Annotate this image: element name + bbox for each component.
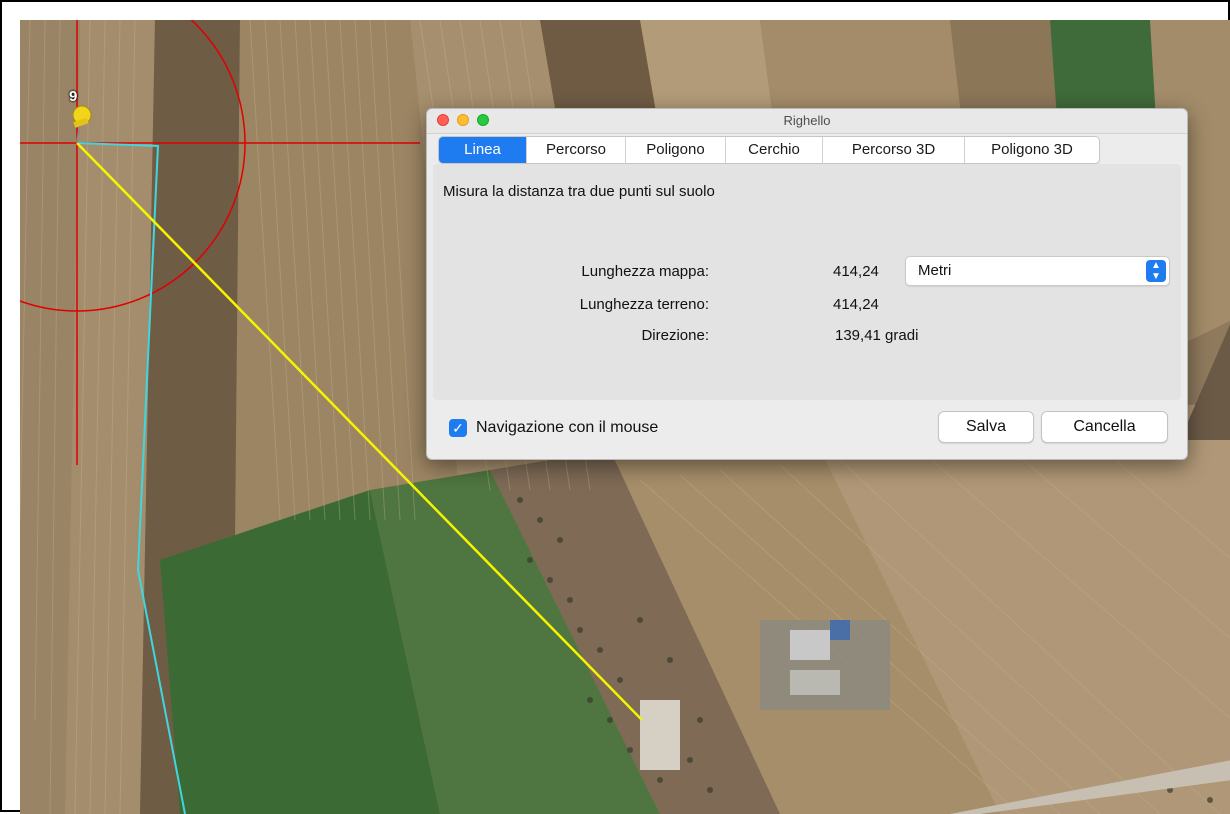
save-button[interactable]: Salva <box>938 411 1034 443</box>
tab-cerchio[interactable]: Cerchio <box>726 137 823 163</box>
unit-select[interactable]: Metri ▲ ▼ <box>905 256 1170 286</box>
direction-value: 139,41 gradi <box>835 327 919 344</box>
ruler-dialog: Righello Linea Percorso Poligono Cerchio… <box>426 108 1188 460</box>
tab-percorso[interactable]: Percorso <box>527 137 626 163</box>
measure-tabs: Linea Percorso Poligono Cerchio Percorso… <box>438 136 1100 164</box>
tab-poligono[interactable]: Poligono <box>626 137 726 163</box>
tab-linea[interactable]: Linea <box>439 137 527 163</box>
ground-length-value: 414,24 <box>833 296 879 313</box>
tab-poligono-3d[interactable]: Poligono 3D <box>965 137 1099 163</box>
window-frame: 9 Righello Linea Percorso Poligono Cerch… <box>0 0 1230 814</box>
cancel-button[interactable]: Cancella <box>1041 411 1168 443</box>
mouse-nav-checkbox[interactable]: ✓ <box>449 419 467 437</box>
ground-length-label: Lunghezza terreno: <box>579 296 709 313</box>
mouse-nav-label[interactable]: Navigazione con il mouse <box>476 419 658 437</box>
unit-select-value: Metri <box>918 262 952 279</box>
map-length-label: Lunghezza mappa: <box>581 263 709 280</box>
description-text: Misura la distanza tra due punti sul suo… <box>443 183 715 200</box>
updown-chevron-icon: ▲ ▼ <box>1146 260 1166 282</box>
tab-percorso-3d[interactable]: Percorso 3D <box>823 137 965 163</box>
pin-label: 9 <box>69 88 78 105</box>
titlebar[interactable]: Righello <box>427 109 1187 134</box>
map-length-value: 414,24 <box>833 263 879 280</box>
dialog-title: Righello <box>783 113 831 128</box>
direction-label: Direzione: <box>641 327 709 344</box>
